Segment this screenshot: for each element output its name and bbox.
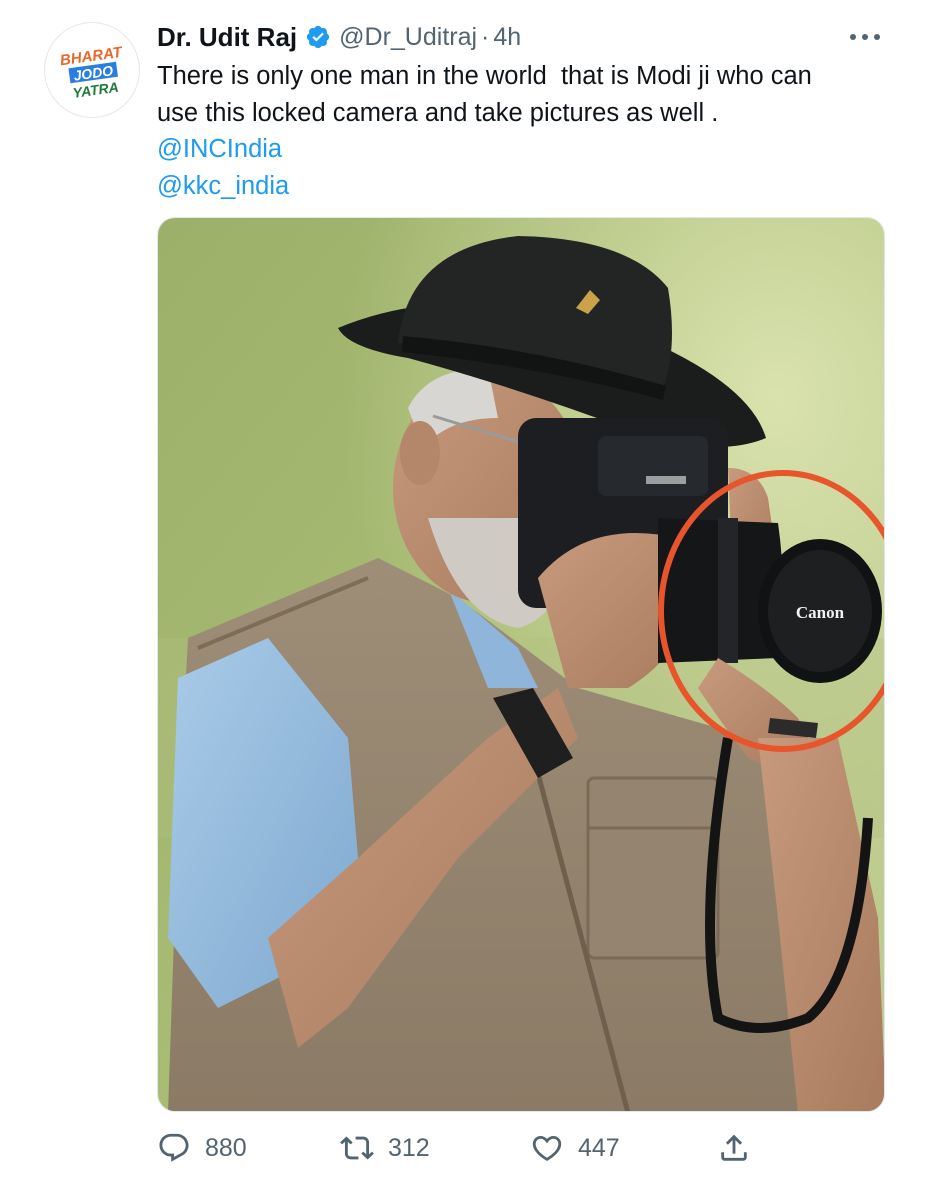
reply-count: 880	[205, 1133, 247, 1162]
more-options-icon[interactable]	[848, 30, 882, 42]
tweet-photo[interactable]: Canon	[157, 217, 885, 1112]
tweet-actions: 880 312 447	[157, 1128, 885, 1168]
reply-button[interactable]: 880	[157, 1128, 247, 1168]
retweet-icon	[340, 1136, 374, 1160]
retweet-count: 312	[388, 1133, 430, 1162]
bharat-jodo-yatra-logo: BHARAT JODO YATRA	[59, 44, 125, 101]
like-button[interactable]: 447	[530, 1128, 620, 1168]
mention-link[interactable]: @INCIndia	[157, 131, 907, 168]
author-handle[interactable]: @Dr_Uditraj	[339, 23, 477, 52]
tweet-text-line: There is only one man in the world that …	[157, 62, 812, 90]
like-count: 447	[578, 1133, 620, 1162]
reply-icon	[159, 1133, 189, 1162]
verified-badge-icon	[305, 24, 331, 50]
photo-illustration: Canon	[158, 218, 884, 1111]
like-icon	[532, 1135, 562, 1161]
tweet-timestamp[interactable]: 4h	[493, 23, 521, 52]
retweet-button[interactable]: 312	[340, 1128, 430, 1168]
tweet-text: There is only one man in the world that …	[157, 58, 907, 204]
avatar[interactable]: BHARAT JODO YATRA	[44, 22, 140, 118]
separator-dot: ·	[481, 22, 490, 51]
lens-cap-brand-text: Canon	[796, 603, 845, 622]
author-display-name[interactable]: Dr. Udit Raj	[157, 22, 297, 53]
tweet-header: Dr. Udit Raj @Dr_Uditraj · 4h	[157, 18, 521, 56]
share-button[interactable]	[717, 1128, 751, 1168]
share-icon	[721, 1134, 747, 1161]
tweet-text-line: use this locked camera and take pictures…	[157, 98, 719, 127]
mention-link[interactable]: @kkc_india	[157, 168, 907, 205]
